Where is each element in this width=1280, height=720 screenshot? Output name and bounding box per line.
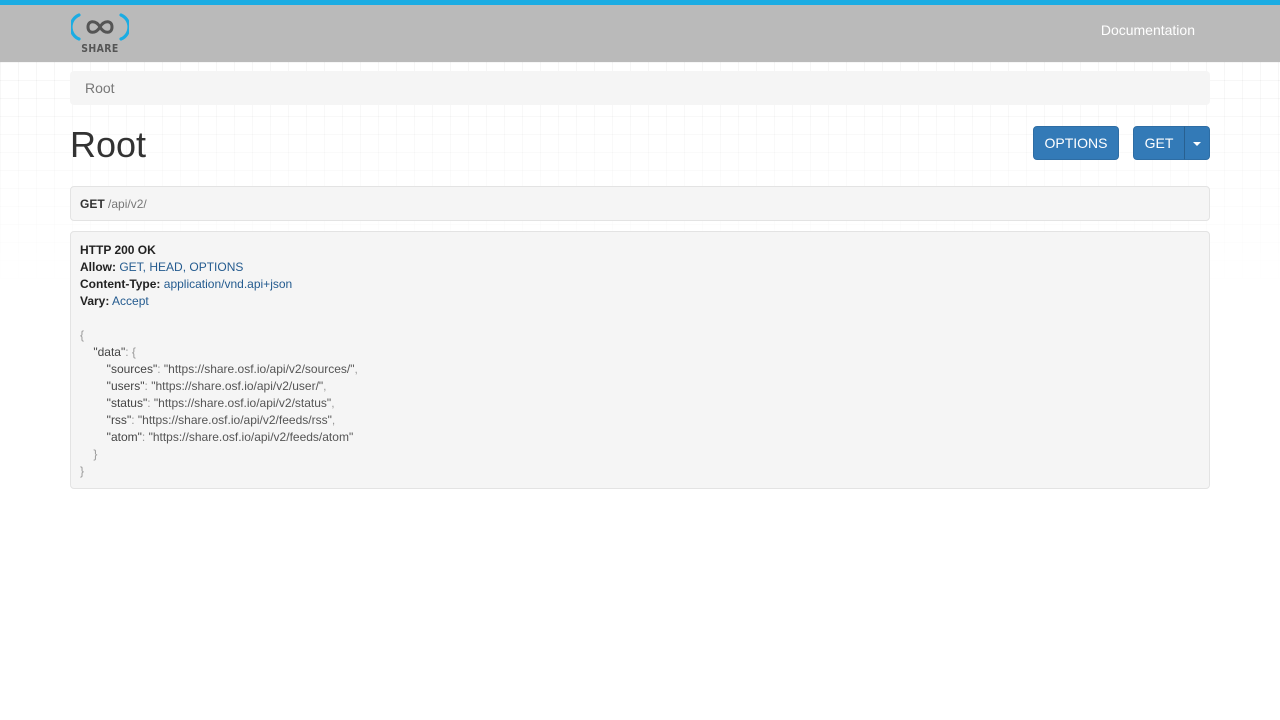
get-format-dropdown-toggle[interactable]: [1184, 126, 1210, 160]
navbar: SHARE Documentation: [0, 5, 1280, 62]
breadcrumb: Root: [70, 71, 1210, 105]
json-root-key: data: [97, 345, 121, 359]
response-header-row: Allow: GET, HEAD, OPTIONS: [80, 259, 292, 276]
options-button[interactable]: OPTIONS: [1033, 126, 1119, 160]
response-headers: HTTP 200 OK Allow: GET, HEAD, OPTIONS Co…: [80, 242, 292, 310]
request-method: GET: [80, 197, 105, 211]
caret-down-icon: [1193, 142, 1201, 147]
header-name: Vary:: [80, 294, 110, 308]
breadcrumb-item-root[interactable]: Root: [85, 80, 115, 96]
infinity-logo-icon: [71, 13, 129, 41]
json-value: https://share.osf.io/api/v2/feeds/atom: [152, 430, 349, 444]
response-header-row: Content-Type: application/vnd.api+json: [80, 276, 292, 293]
json-key: users: [110, 379, 141, 393]
header-name: Allow:: [80, 260, 116, 274]
json-value: https://share.osf.io/api/v2/status: [158, 396, 327, 410]
request-path: /api/v2/: [108, 197, 147, 211]
request-line: GET /api/v2/: [80, 197, 147, 211]
request-info: GET /api/v2/: [70, 186, 1210, 221]
top-accent-bar: [0, 0, 1280, 5]
documentation-link[interactable]: Documentation: [1101, 22, 1195, 38]
json-key: rss: [110, 413, 127, 427]
page-title: Root: [70, 124, 147, 165]
json-value: https://share.osf.io/api/v2/sources/: [168, 362, 351, 376]
logo-text: SHARE: [81, 42, 119, 55]
response-body-json: { "data": { "sources": "https://share.os…: [80, 328, 358, 478]
json-key: status: [110, 396, 143, 410]
get-button-group: GET: [1133, 126, 1210, 160]
response-status: HTTP 200 OK: [80, 243, 156, 257]
header-name: Content-Type:: [80, 277, 161, 291]
json-key: sources: [110, 362, 153, 376]
json-key: atom: [110, 430, 138, 444]
header-value: Accept: [112, 294, 149, 308]
get-button[interactable]: GET: [1133, 126, 1185, 160]
header-value: GET, HEAD, OPTIONS: [119, 260, 244, 274]
response-info: HTTP 200 OK Allow: GET, HEAD, OPTIONS Co…: [70, 231, 1210, 489]
json-value: https://share.osf.io/api/v2/feeds/rss: [142, 413, 328, 427]
json-value: https://share.osf.io/api/v2/user/: [155, 379, 319, 393]
response-header-row: Vary: Accept: [80, 293, 292, 310]
header-value: application/vnd.api+json: [163, 277, 293, 291]
share-logo[interactable]: SHARE: [71, 12, 129, 58]
